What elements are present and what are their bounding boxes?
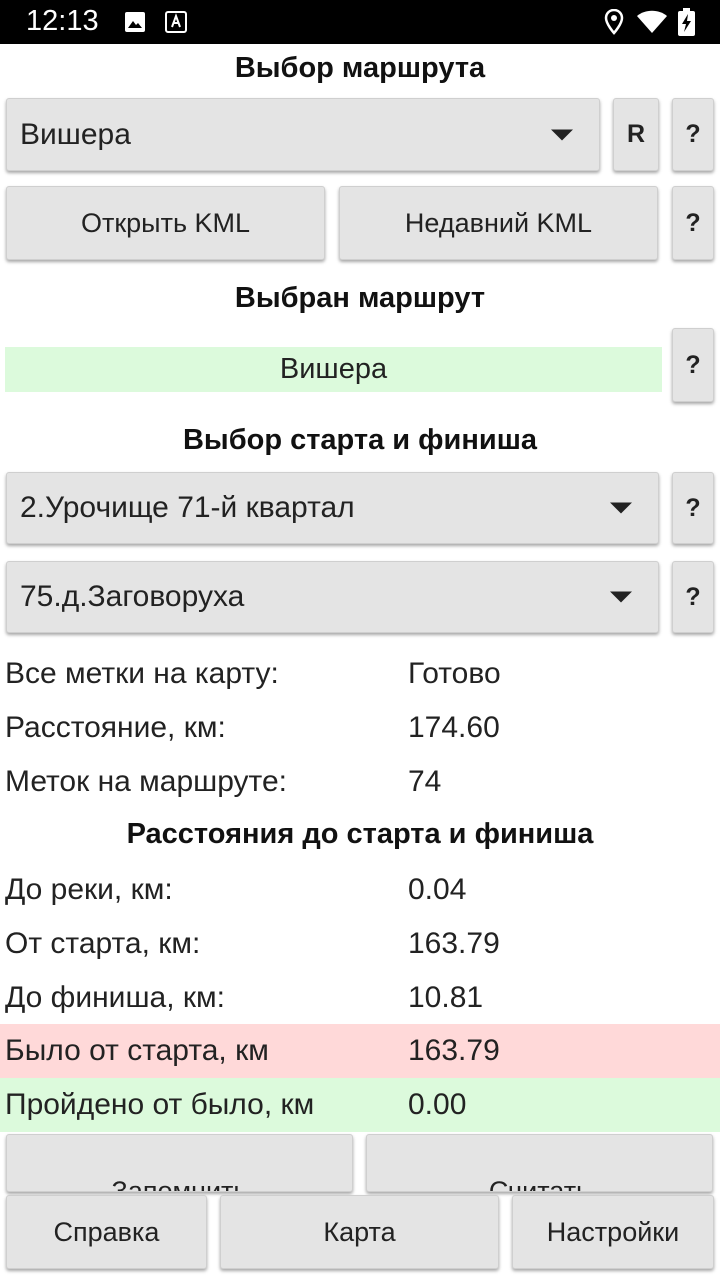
selected-route-value: Вишера — [5, 347, 662, 392]
dropdown-arrow-icon — [551, 129, 573, 140]
distance-label: Пройдено от было, км — [5, 1088, 315, 1121]
read-button[interactable]: Считать — [366, 1134, 713, 1192]
info-row: Меток на маршруте: 74 — [0, 756, 720, 808]
dropdown-arrow-icon — [610, 591, 632, 603]
map-button[interactable]: Карта — [220, 1195, 499, 1269]
distance-row: До реки, км: 0.04 — [0, 864, 720, 916]
distance-label: До реки, км: — [5, 873, 173, 906]
help-button[interactable]: Справка — [6, 1195, 207, 1269]
distance-label: От старта, км: — [5, 927, 201, 960]
recent-kml-button[interactable]: Недавний KML — [339, 186, 658, 260]
dropdown-arrow-icon — [610, 502, 632, 514]
info-label: Все метки на карту: — [5, 657, 279, 690]
info-label: Меток на маршруте: — [5, 765, 287, 798]
route-help-button[interactable]: ? — [672, 98, 714, 171]
route-spinner-value: Вишера — [20, 117, 131, 151]
battery-charging-icon — [678, 8, 695, 36]
info-row: Расстояние, км: 174.60 — [0, 702, 720, 754]
start-help-button[interactable]: ? — [672, 472, 714, 544]
info-value: Готово — [408, 657, 501, 690]
start-finish-heading: Выбор старта и финиша — [182, 424, 538, 456]
finish-spinner[interactable]: 75.д.Заговоруха — [6, 561, 659, 633]
finish-spinner-value: 75.д.Заговоруха — [20, 580, 245, 613]
distance-row: От старта, км: 163.79 — [0, 918, 720, 970]
finish-help-button[interactable]: ? — [672, 561, 714, 633]
image-icon — [125, 12, 145, 32]
distance-value: 163.79 — [408, 1034, 500, 1067]
distance-value: 163.79 — [408, 927, 500, 960]
reset-route-button[interactable]: R — [613, 98, 659, 171]
start-spinner-value: 2.Урочище 71-й квартал — [20, 491, 355, 524]
open-kml-button[interactable]: Открыть KML — [6, 186, 325, 260]
distance-value: 0.00 — [408, 1088, 467, 1121]
distance-row: До финиша, км: 10.81 — [0, 972, 720, 1024]
selected-route-help-button[interactable]: ? — [672, 328, 714, 402]
info-label: Расстояние, км: — [5, 711, 226, 744]
status-time: 12:13 — [26, 5, 99, 37]
kml-help-button[interactable]: ? — [672, 186, 714, 260]
distances-heading: Расстояния до старта и финиша — [126, 818, 594, 850]
distance-row-was: Было от старта, км 163.79 — [0, 1024, 720, 1078]
info-value: 174.60 — [408, 711, 500, 744]
distance-label: Было от старта, км — [5, 1034, 269, 1067]
remember-button[interactable]: Запомнить — [6, 1134, 353, 1192]
start-spinner[interactable]: 2.Урочище 71-й квартал — [6, 472, 659, 544]
distance-row-passed: Пройдено от было, км 0.00 — [0, 1078, 720, 1132]
info-row: Все метки на карту: Готово — [0, 648, 720, 700]
selected-route-heading: Выбран маршрут — [234, 282, 486, 314]
distance-value: 0.04 — [408, 873, 467, 906]
info-value: 74 — [408, 765, 442, 798]
distance-label: До финиша, км: — [5, 981, 225, 1014]
wifi-icon — [637, 10, 667, 33]
distance-value: 10.81 — [408, 981, 484, 1014]
route-select-heading: Выбор маршрута — [234, 52, 486, 84]
route-spinner[interactable]: Вишера — [6, 98, 600, 171]
settings-button[interactable]: Настройки — [512, 1195, 714, 1269]
status-bar: 12:13 — [0, 0, 720, 44]
font-icon — [165, 11, 187, 33]
location-icon — [604, 9, 624, 35]
